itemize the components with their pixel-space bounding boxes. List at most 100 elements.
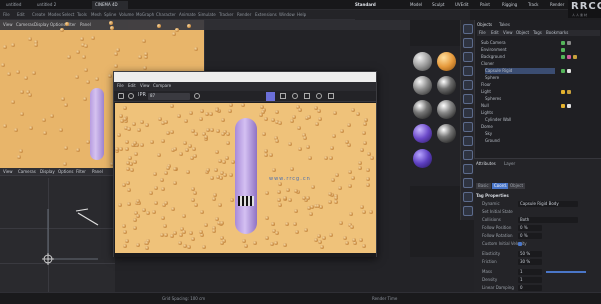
vp-menu-panel[interactable]: Panel bbox=[92, 169, 103, 174]
document-tab-active[interactable]: CINEMA 4D bbox=[92, 1, 128, 9]
vp-menu-filter[interactable]: Filter bbox=[76, 169, 86, 174]
menu-mograph[interactable]: MoGraph bbox=[136, 11, 154, 19]
menu-simulate[interactable]: Simulate bbox=[198, 11, 216, 19]
snap-icon[interactable] bbox=[463, 136, 473, 146]
vp-menu-options[interactable]: Options bbox=[58, 169, 73, 174]
tag-icon[interactable] bbox=[561, 69, 565, 73]
object-row[interactable]: Lights bbox=[481, 110, 493, 116]
material-swatch[interactable] bbox=[413, 76, 432, 95]
menu-render[interactable]: Render bbox=[237, 11, 251, 19]
texture-mode-icon[interactable] bbox=[463, 164, 473, 174]
menu-window[interactable]: Window bbox=[279, 11, 295, 19]
tag-icon[interactable] bbox=[567, 104, 571, 108]
material-swatch[interactable] bbox=[413, 149, 432, 168]
region-icon[interactable] bbox=[266, 92, 275, 101]
tag-icon[interactable] bbox=[567, 55, 571, 59]
menu-mesh[interactable]: Mesh bbox=[91, 11, 102, 19]
object-row-selected[interactable]: Capsule Rigid bbox=[485, 68, 555, 74]
layout-model[interactable]: Model bbox=[410, 0, 422, 10]
attr-subtab-active[interactable]: Coord. bbox=[492, 183, 510, 189]
stop-icon[interactable] bbox=[328, 93, 334, 99]
vp-menu-view[interactable]: View bbox=[3, 22, 13, 27]
menu-help[interactable]: Help bbox=[297, 11, 306, 19]
om-menu-object[interactable]: Object bbox=[516, 30, 529, 36]
material-swatch[interactable] bbox=[413, 124, 432, 143]
menu-create[interactable]: Create bbox=[32, 11, 45, 19]
object-row[interactable]: Floor bbox=[481, 82, 491, 88]
material-swatch[interactable] bbox=[413, 52, 432, 71]
layout-sculpt[interactable]: Sculpt bbox=[432, 0, 445, 10]
attr-tab-layer[interactable]: Layer bbox=[504, 161, 515, 167]
object-row[interactable]: Sky bbox=[485, 131, 492, 137]
menu-modes[interactable]: Modes bbox=[48, 11, 61, 19]
ipr-icon[interactable] bbox=[128, 93, 134, 99]
edges-mode-icon[interactable] bbox=[463, 108, 473, 118]
polygons-mode-icon[interactable] bbox=[463, 122, 473, 132]
object-row[interactable]: Dome bbox=[481, 124, 493, 130]
material-swatch[interactable] bbox=[437, 100, 456, 119]
render-preview[interactable]: www.rrcg.cn bbox=[115, 103, 376, 253]
om-menu-file[interactable]: File bbox=[479, 30, 486, 36]
layout-paint[interactable]: Paint bbox=[480, 0, 490, 10]
velocity-checkbox[interactable] bbox=[518, 242, 522, 246]
render-icon[interactable] bbox=[118, 93, 124, 99]
capsule-object[interactable] bbox=[90, 88, 104, 160]
grid-icon[interactable] bbox=[280, 93, 286, 99]
vp-menu-display[interactable]: Display bbox=[34, 22, 49, 27]
vp-menu-view[interactable]: View bbox=[3, 169, 13, 174]
pv-menu-view[interactable]: View bbox=[140, 83, 150, 88]
solo-icon[interactable] bbox=[463, 206, 473, 216]
object-row[interactable]: Cylinder Wall bbox=[485, 117, 511, 123]
om-tab-takes[interactable]: Takes bbox=[499, 22, 510, 28]
layout-uvedit[interactable]: UVEdit bbox=[455, 0, 468, 10]
rotate-tool-icon[interactable] bbox=[463, 52, 473, 62]
vp-menu-display[interactable]: Display bbox=[40, 169, 55, 174]
layout-render[interactable]: Render bbox=[550, 0, 564, 10]
om-menu-edit[interactable]: Edit bbox=[491, 30, 499, 36]
menu-spline[interactable]: Spline bbox=[104, 11, 116, 19]
points-mode-icon[interactable] bbox=[463, 94, 473, 104]
tag-icon[interactable] bbox=[567, 69, 571, 73]
tag-icon[interactable] bbox=[561, 48, 565, 52]
move-tool-icon[interactable] bbox=[463, 24, 473, 34]
material-swatch[interactable] bbox=[413, 100, 432, 119]
select-tool-icon[interactable] bbox=[463, 66, 473, 76]
tag-icon[interactable] bbox=[561, 90, 565, 94]
color-picker-icon[interactable] bbox=[194, 93, 200, 99]
material-swatch[interactable] bbox=[437, 124, 456, 143]
mass-slider[interactable] bbox=[546, 271, 586, 273]
vp-menu-cameras[interactable]: Cameras bbox=[18, 169, 36, 174]
object-row[interactable]: Light bbox=[481, 89, 491, 95]
object-row[interactable]: Environment bbox=[481, 47, 507, 53]
material-swatch[interactable] bbox=[437, 52, 456, 71]
tag-icon[interactable] bbox=[567, 41, 571, 45]
document-tab[interactable]: untitled 2 bbox=[34, 1, 70, 9]
tag-icon[interactable] bbox=[561, 55, 565, 59]
tag-icon[interactable] bbox=[567, 90, 571, 94]
axis-tool-icon[interactable] bbox=[463, 80, 473, 90]
tag-icon[interactable] bbox=[573, 55, 577, 59]
vp-menu-options[interactable]: Options bbox=[50, 22, 65, 27]
menu-character[interactable]: Character bbox=[156, 11, 176, 19]
histogram-icon[interactable] bbox=[304, 93, 310, 99]
menu-tracker[interactable]: Tracker bbox=[219, 11, 233, 19]
object-row[interactable]: Sphere bbox=[485, 75, 499, 81]
attr-tab-attributes[interactable]: Attributes bbox=[476, 161, 496, 167]
object-row[interactable]: Sub Camera bbox=[481, 40, 506, 46]
model-mode-icon[interactable] bbox=[463, 178, 473, 188]
menu-file[interactable]: File bbox=[3, 11, 10, 19]
window-title-bar[interactable] bbox=[114, 72, 376, 82]
compare-icon[interactable] bbox=[292, 93, 298, 99]
lock-icon[interactable] bbox=[463, 192, 473, 202]
layout-rigging[interactable]: Rigging bbox=[502, 0, 517, 10]
tag-icon[interactable] bbox=[561, 104, 565, 108]
vp-menu-cameras[interactable]: Cameras bbox=[16, 22, 34, 27]
attr-subtab[interactable]: Basic bbox=[476, 183, 491, 189]
om-menu-tags[interactable]: Tags bbox=[533, 30, 542, 36]
object-row[interactable]: Cloner bbox=[481, 61, 494, 67]
material-swatch[interactable] bbox=[437, 76, 456, 95]
menu-edit[interactable]: Edit bbox=[17, 11, 25, 19]
pv-menu-file[interactable]: File bbox=[117, 83, 124, 88]
om-menu-bookmarks[interactable]: Bookmarks bbox=[546, 30, 568, 36]
menu-animate[interactable]: Animate bbox=[179, 11, 196, 19]
